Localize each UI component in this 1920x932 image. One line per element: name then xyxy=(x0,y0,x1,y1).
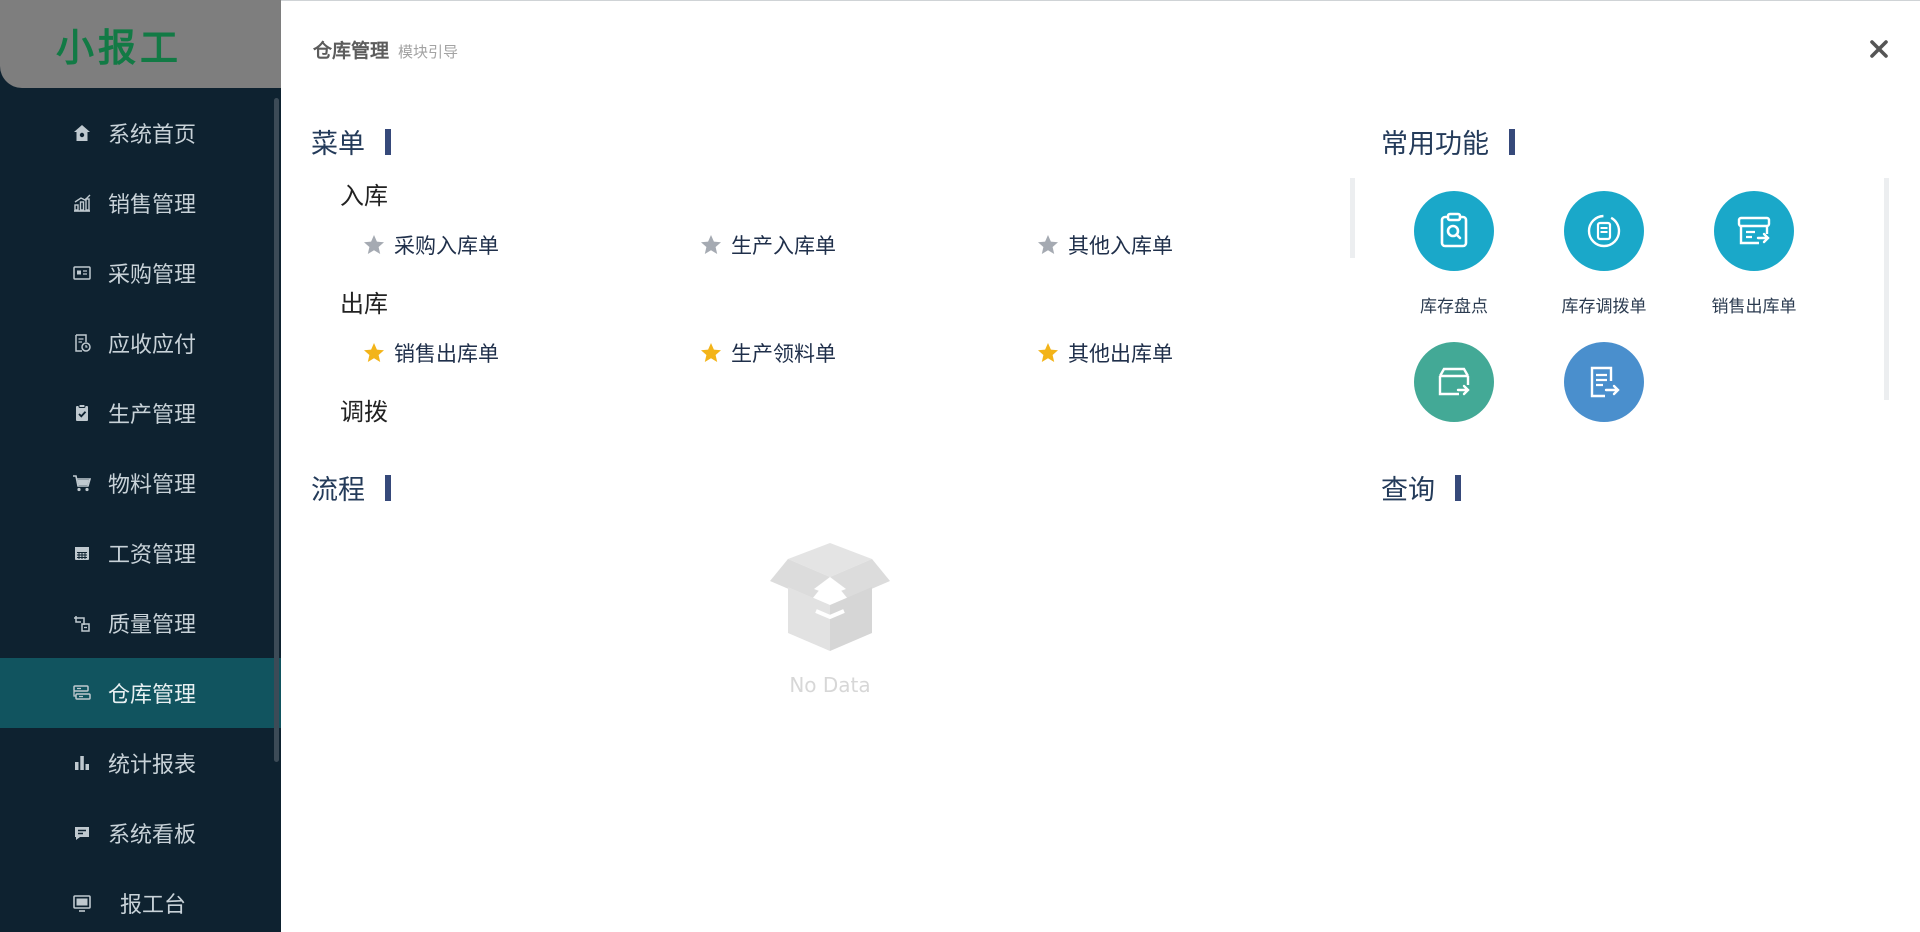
star-icon[interactable] xyxy=(1036,233,1060,257)
clipboard-check-icon xyxy=(72,403,92,423)
chart-icon xyxy=(72,193,92,213)
close-button[interactable] xyxy=(1866,36,1892,62)
menu-item-other-outbound[interactable]: 其他出库单 xyxy=(1036,338,1173,368)
column-divider xyxy=(1350,178,1355,258)
sidebar-item-production[interactable]: 生产管理 xyxy=(0,378,281,448)
sidebar-scrollbar[interactable] xyxy=(274,98,279,762)
box-out-icon xyxy=(1414,342,1494,422)
section-marker xyxy=(385,128,391,155)
section-common-title: 常用功能 xyxy=(1381,122,1515,161)
star-icon[interactable] xyxy=(699,341,723,365)
menu-item-sales-outbound[interactable]: 销售出库单 xyxy=(362,338,499,368)
common-function-outbound[interactable] xyxy=(1379,342,1529,443)
close-icon xyxy=(1870,40,1888,58)
board-icon xyxy=(72,823,92,843)
sidebar-item-receivables[interactable]: 应收应付 xyxy=(0,308,281,378)
sidebar-item-home[interactable]: 系统首页 xyxy=(0,98,281,168)
card-icon xyxy=(72,263,92,283)
sidebar-nav: 系统首页 销售管理 采购管理 应收应付 生产管理 物料管理 工资管理 质量管理 xyxy=(0,98,281,932)
empty-box-icon xyxy=(770,543,890,651)
calendar-icon xyxy=(72,543,92,563)
common-function-inventory-check[interactable]: 库存盘点 xyxy=(1379,191,1529,317)
menu-group-title: 出库 xyxy=(340,290,388,318)
star-icon[interactable] xyxy=(362,233,386,257)
section-menu-title: 菜单 xyxy=(311,122,391,161)
section-marker xyxy=(1455,474,1461,501)
panel-title: 仓库管理 xyxy=(313,40,390,62)
panel-subtitle: 模块引导 xyxy=(398,43,459,61)
section-query-title: 查询 xyxy=(1381,468,1461,507)
star-icon[interactable] xyxy=(1036,341,1060,365)
sidebar-item-dashboard[interactable]: 系统看板 xyxy=(0,798,281,868)
top-divider xyxy=(281,0,1920,1)
sidebar-item-warehouse[interactable]: 仓库管理 xyxy=(0,658,281,728)
warehouse-icon xyxy=(72,683,92,703)
sidebar-item-quality[interactable]: 质量管理 xyxy=(0,588,281,658)
sidebar-item-purchase[interactable]: 采购管理 xyxy=(0,238,281,308)
common-scrollbar[interactable] xyxy=(1884,178,1889,400)
sidebar-item-workstation[interactable]: 报工台 xyxy=(0,868,281,932)
star-icon[interactable] xyxy=(362,341,386,365)
logo-text: 小报工 xyxy=(56,25,183,70)
monitor-icon xyxy=(72,893,92,913)
bar-chart-icon xyxy=(72,753,92,773)
menu-item-other-inbound[interactable]: 其他入库单 xyxy=(1036,230,1173,260)
common-function-transfer[interactable]: 库存调拨单 xyxy=(1529,191,1679,317)
invoice-icon xyxy=(72,333,92,353)
sidebar-item-wages[interactable]: 工资管理 xyxy=(0,518,281,588)
transfer-icon xyxy=(1564,191,1644,271)
common-function-sales-outbound[interactable]: 销售出库单 xyxy=(1679,191,1829,317)
empty-state-text: No Data xyxy=(789,673,871,697)
sidebar: 小报工 系统首页 销售管理 采购管理 应收应付 生产管理 物料管理 工资管理 质… xyxy=(0,0,281,932)
menu-item-purchase-inbound[interactable]: 采购入库单 xyxy=(362,230,499,260)
common-function-document-out[interactable] xyxy=(1529,342,1679,443)
home-icon xyxy=(72,123,92,143)
star-icon[interactable] xyxy=(699,233,723,257)
menu-group-title: 入库 xyxy=(340,182,388,210)
document-out-icon xyxy=(1564,342,1644,422)
logo[interactable]: 小报工 xyxy=(0,0,281,88)
box-out-icon xyxy=(1714,191,1794,271)
sidebar-item-reports[interactable]: 统计报表 xyxy=(0,728,281,798)
quality-icon xyxy=(72,613,92,633)
sidebar-item-sales[interactable]: 销售管理 xyxy=(0,168,281,238)
section-marker xyxy=(1509,128,1515,155)
menu-group-title: 调拨 xyxy=(340,398,388,426)
inventory-check-icon xyxy=(1414,191,1494,271)
menu-item-production-inbound[interactable]: 生产入库单 xyxy=(699,230,836,260)
section-marker xyxy=(385,474,391,501)
panel-header: 仓库管理 模块引导 xyxy=(313,36,458,63)
menu-item-production-picking[interactable]: 生产领料单 xyxy=(699,338,836,368)
empty-state: No Data xyxy=(760,537,900,697)
section-process-title: 流程 xyxy=(311,468,391,507)
sidebar-item-materials[interactable]: 物料管理 xyxy=(0,448,281,518)
cart-icon xyxy=(72,473,92,493)
